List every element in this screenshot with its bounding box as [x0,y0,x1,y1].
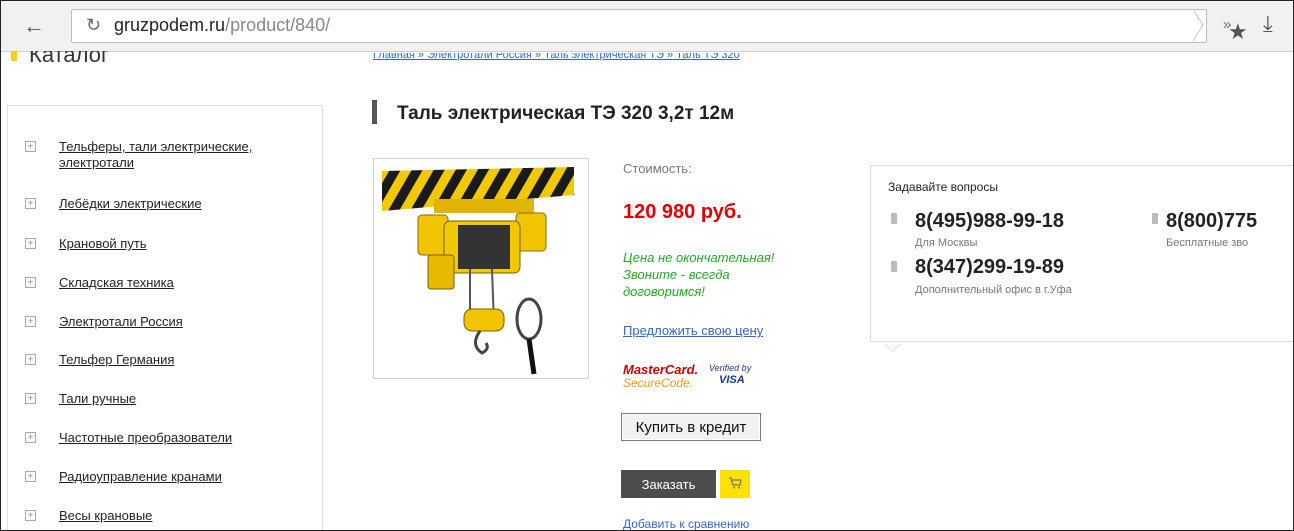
catalog-accent [11,51,17,61]
url-path: /product/840/ [225,15,331,35]
contacts-heading: Задавайте вопросы [888,180,998,194]
note-line: договоримся! [623,284,705,299]
visa-logo: VISA [719,374,745,386]
product-image[interactable] [373,158,589,379]
payment-logos: MasterCard. SecureCode. Verified by VISA [623,361,763,393]
expand-plus-icon[interactable]: + [25,432,36,443]
sidebar-item-label[interactable]: Складская техника [59,275,174,291]
note-line: Цена не окончательная! [623,250,775,265]
url-text[interactable]: gruzpodem.ru/product/840/ [114,15,330,36]
sidebar-item-label[interactable]: Тельферы, тали электрические, электротали [59,139,252,171]
cart-icon[interactable] [720,470,750,498]
reload-icon[interactable]: ↻ [86,15,101,36]
catalog-title: Каталог [29,51,109,63]
expand-plus-icon[interactable]: + [25,141,36,152]
buy-on-credit-button[interactable]: Купить в кредит [621,413,761,441]
price-note: Цена не окончательная! Звоните - всегда … [623,249,843,300]
hoist-illustration [382,167,574,375]
sidebar-item-label[interactable]: Лебёдки электрические [59,196,202,212]
page-frame: ← ↻ gruzpodem.ru/product/840/ ★ » ⤓ Ката… [0,0,1294,531]
expand-plus-icon[interactable]: + [25,238,36,249]
phone-caption: Бесплатные зво [1166,237,1249,249]
mastercard-logo: MasterCard. [623,362,699,377]
sidebar-item-label[interactable]: Тельфер Германия [59,352,174,368]
phone-icon [891,213,897,224]
sidebar-item-label[interactable]: Крановой путь [59,236,147,252]
verified-by-visa-logo: Verified by [709,363,752,373]
expand-plus-icon[interactable]: + [25,393,36,404]
address-bar[interactable]: ↻ gruzpodem.ru/product/840/ ★ [71,9,1248,44]
sidebar-item-label[interactable]: Электротали Россия [59,314,183,330]
phone-caption: Для Москвы [915,237,978,249]
phone-number[interactable]: 8(495)988-99-18 [915,210,1064,233]
sidebar-item-label[interactable]: Радиоуправление кранами [59,469,222,485]
sidebar-item-label[interactable]: Тали ручные [59,391,136,407]
sidebar-item-label[interactable]: Весы крановые [59,508,152,524]
offer-price-link[interactable]: Предложить свою цену [623,323,763,338]
sidebar-item-label[interactable]: Частотные преобразователи [59,430,232,446]
label-line: Тельферы, тали электрические, [59,139,253,154]
more-extensions-icon[interactable]: » [1223,16,1231,33]
securecode-logo: SecureCode. [623,376,694,390]
add-to-compare-link[interactable]: Добавить к сравнению [623,517,749,530]
expand-plus-icon[interactable]: + [25,510,36,521]
phone-number[interactable]: 8(800)775 [1166,210,1257,233]
order-button[interactable]: Заказать [621,470,716,498]
breadcrumb[interactable]: Главная » Электротали Россия » Таль элек… [373,53,740,63]
browser-toolbar: ← ↻ gruzpodem.ru/product/840/ ★ » ⤓ [1,1,1293,52]
product-price: 120 980 руб. [623,201,742,223]
label-line: электротали [59,155,135,170]
chevron-separator-icon [1192,9,1204,41]
page-title: Таль электрическая ТЭ 320 3,2т 12м [397,103,735,124]
title-accent [372,100,377,124]
expand-plus-icon[interactable]: + [25,354,36,365]
contacts-panel: Задавайте вопросы 8(495)988-99-18 Для Мо… [870,165,1293,342]
cart-glyph [729,477,742,489]
expand-plus-icon[interactable]: + [25,316,36,327]
note-line: Звоните - всегда [623,267,730,282]
phone-caption: Дополнительный офис в г.Уфа [915,284,1072,296]
expand-plus-icon[interactable]: + [25,198,36,209]
expand-plus-icon[interactable]: + [25,277,36,288]
back-arrow-icon[interactable]: ← [21,13,47,39]
url-domain: gruzpodem.ru [114,15,226,35]
expand-plus-icon[interactable]: + [25,471,36,482]
price-label: Стоимость: [623,161,692,176]
phone-number[interactable]: 8(347)299-19-89 [915,256,1064,279]
phone-icon [891,261,897,272]
phone-icon [1152,213,1158,224]
download-icon[interactable]: ⤓ [1263,11,1273,37]
